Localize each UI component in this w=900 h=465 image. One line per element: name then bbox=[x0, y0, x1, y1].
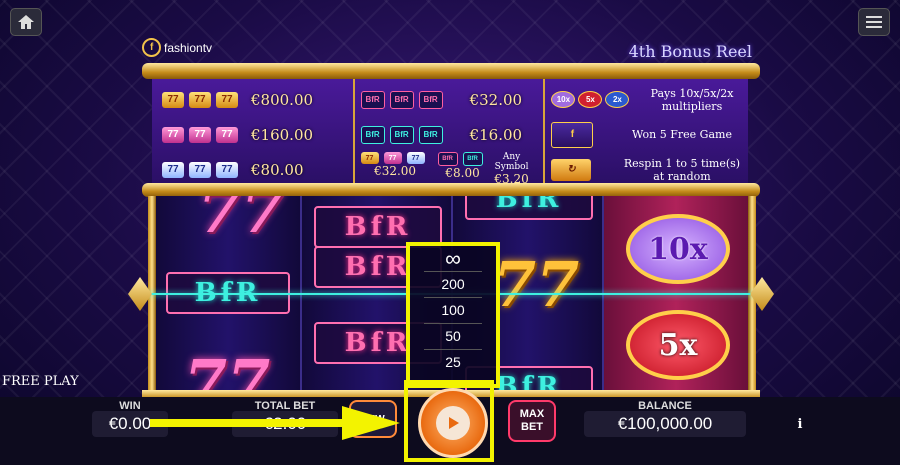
info-row-multipliers: 10x 5x 2x Pays 10x/5x/2x multipliers bbox=[551, 82, 742, 117]
info-row-free-game: f Won 5 Free Game bbox=[551, 117, 742, 152]
gold-seven-icon: 77 bbox=[162, 91, 184, 108]
info-icon[interactable]: i bbox=[790, 414, 810, 434]
frame-mid bbox=[142, 183, 760, 197]
paytable-sevens: 77 77 77 €800.00 77 77 77 €160.00 77 77 … bbox=[152, 78, 355, 184]
payout-value: €160.00 bbox=[251, 125, 314, 144]
pink-seven-icon: 77 bbox=[216, 126, 238, 143]
mixed-sevens: 77 77 77 €32.00 bbox=[360, 152, 430, 178]
max-bet-button[interactable]: MAX BET bbox=[508, 400, 556, 442]
arrow-right-icon bbox=[150, 406, 400, 440]
pink-bfr-icon: BfR bbox=[418, 90, 443, 109]
pink-bfr-icon: BfR bbox=[437, 152, 458, 166]
cyan-bfr-icon: BfR bbox=[418, 125, 443, 144]
frame-top bbox=[142, 63, 760, 79]
white-seven-icon: 77 bbox=[406, 152, 425, 164]
info-text: Won 5 Free Game bbox=[632, 128, 732, 141]
cyan-bfr-icon: BfR bbox=[360, 125, 385, 144]
pink-seven-symbol: 77 bbox=[184, 346, 271, 392]
any-symbol: Any Symbol €3.20 bbox=[494, 152, 530, 186]
paytable-row-mixed: 77 77 77 €32.00 BfR BfR €8.00 Any Symbol… bbox=[360, 152, 544, 186]
paytable-row-pink-seven: 77 77 77 €160.00 bbox=[162, 117, 353, 152]
paytable-row-pink-bfr: BfR BfR BfR €32.00 bbox=[360, 82, 544, 117]
fashiontv-logo: f fashiontv bbox=[138, 34, 213, 61]
autoplay-option-100[interactable]: 100 bbox=[424, 298, 482, 324]
paytable: 77 77 77 €800.00 77 77 77 €160.00 77 77 … bbox=[152, 78, 748, 186]
payout-value: €32.00 bbox=[374, 164, 417, 178]
info-row-respin: ↻ Respin 1 to 5 time(s) at random bbox=[551, 152, 742, 187]
pink-seven-symbol: 77 bbox=[198, 196, 285, 247]
white-seven-icon: 77 bbox=[162, 161, 184, 178]
gold-seven-symbol: 77 bbox=[493, 248, 580, 321]
multiplier-5x-symbol: 5x bbox=[625, 310, 730, 380]
cyan-bfr-icon: BfR bbox=[389, 125, 414, 144]
paytable-bfr: BfR BfR BfR €32.00 BfR BfR BfR €16.00 77… bbox=[355, 78, 546, 186]
pink-bfr-icon: BfR bbox=[389, 90, 414, 109]
payout-value: €32.00 bbox=[469, 90, 523, 109]
mixed-bfr: BfR BfR €8.00 bbox=[437, 152, 488, 180]
free-play-label: FREE PLAY bbox=[2, 374, 79, 389]
autoplay-option-200[interactable]: 200 bbox=[424, 272, 482, 298]
cyan-bfr-symbol: BfR bbox=[465, 196, 593, 220]
multiplier-10x-symbol: 10x bbox=[625, 214, 730, 284]
badge-10x: 10x bbox=[551, 91, 576, 108]
info-text: Pays 10x/5x/2x multipliers bbox=[650, 86, 734, 113]
payout-value: €80.00 bbox=[251, 160, 304, 179]
menu-button[interactable] bbox=[858, 8, 890, 36]
paytable-row-white-seven: 77 77 77 €80.00 bbox=[162, 152, 353, 187]
autoplay-option-25[interactable]: 25 bbox=[424, 350, 482, 375]
cyan-bfr-icon: BfR bbox=[462, 152, 483, 166]
gold-seven-icon: 77 bbox=[360, 152, 379, 164]
any-symbol-label: Any Symbol bbox=[494, 152, 529, 172]
play-icon bbox=[449, 417, 459, 429]
free-games-icon: f bbox=[551, 121, 594, 148]
logo-mark: f bbox=[138, 34, 165, 61]
menu-icon bbox=[866, 16, 882, 28]
payout-value: €800.00 bbox=[251, 90, 314, 109]
respin-icon: ↻ bbox=[551, 158, 592, 181]
home-button[interactable] bbox=[10, 8, 42, 36]
balance-value: €100,000.00 bbox=[584, 411, 746, 437]
pink-seven-icon: 77 bbox=[189, 126, 211, 143]
logo-text: fashiontv bbox=[164, 40, 213, 55]
pink-bfr-icon: BfR bbox=[360, 90, 385, 109]
payout-value: €8.00 bbox=[445, 166, 480, 180]
payout-value: €16.00 bbox=[469, 125, 523, 144]
spin-button[interactable] bbox=[418, 388, 488, 458]
paytable-info: 10x 5x 2x Pays 10x/5x/2x multipliers f W… bbox=[545, 78, 748, 184]
autoplay-option-50[interactable]: 50 bbox=[424, 324, 482, 350]
pink-seven-icon: 77 bbox=[162, 126, 184, 143]
badge-5x: 5x bbox=[578, 91, 603, 108]
paytable-row-cyan-bfr: BfR BfR BfR €16.00 bbox=[360, 117, 544, 152]
infinity-icon[interactable]: ∞ bbox=[424, 246, 482, 272]
spin-inner bbox=[436, 406, 470, 440]
gold-seven-icon: 77 bbox=[216, 91, 238, 108]
badge-2x: 2x bbox=[605, 91, 630, 108]
paytable-row-gold-seven: 77 77 77 €800.00 bbox=[162, 82, 353, 117]
autoplay-options-popup: ∞ 200 100 50 25 bbox=[406, 242, 500, 388]
pink-seven-icon: 77 bbox=[383, 152, 402, 164]
white-seven-icon: 77 bbox=[216, 161, 238, 178]
bonus-reel-title: 4th Bonus Reel bbox=[628, 42, 752, 61]
white-seven-icon: 77 bbox=[189, 161, 211, 178]
home-icon bbox=[18, 15, 34, 29]
gold-seven-icon: 77 bbox=[189, 91, 211, 108]
info-text: Respin 1 to 5 time(s) at random bbox=[623, 156, 741, 183]
